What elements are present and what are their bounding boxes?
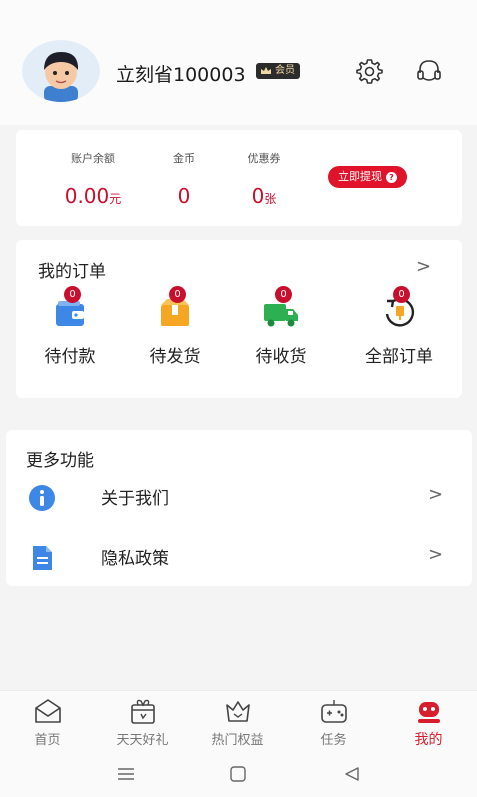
gamepad-icon — [320, 700, 347, 723]
menu-item-label: 关于我们 — [101, 489, 169, 509]
tab-mine[interactable]: 我的 — [381, 697, 476, 749]
home-envelope-icon — [34, 699, 61, 723]
crown-icon — [225, 701, 250, 722]
order-all[interactable]: 0 全部订单 — [347, 286, 451, 367]
order-label: 待收货 — [255, 347, 307, 367]
tab-label: 热门权益 — [211, 733, 264, 748]
tab-label: 我的 — [414, 732, 443, 748]
order-label: 全部订单 — [365, 347, 433, 367]
tab-label: 天天好礼 — [116, 733, 169, 748]
avatar[interactable] — [22, 40, 100, 102]
coupons-value: 0张 — [251, 184, 277, 208]
menu-item-label: 隐私政策 — [101, 549, 169, 569]
chevron-right-icon: > — [428, 544, 444, 565]
member-badge: 会员 — [256, 63, 300, 79]
withdraw-label: 立即提现 — [338, 170, 382, 183]
more-functions-title: 更多功能 — [26, 451, 94, 471]
more-functions-card: 更多功能 关于我们 > 隐私政策 > — [6, 430, 472, 586]
bottom-tab-bar: 首页 天天好礼 热门权益 任务 我的 — [0, 690, 477, 752]
system-nav-bar — [0, 752, 477, 797]
order-label: 待发货 — [149, 347, 201, 367]
tab-label: 首页 — [34, 733, 61, 748]
tab-tasks[interactable]: 任务 — [286, 697, 381, 748]
order-pending-payment[interactable]: 0 待付款 — [22, 286, 118, 367]
coins-label: 金币 — [173, 152, 195, 165]
username: 立刻省100003 — [116, 64, 246, 86]
withdraw-button[interactable]: 立即提现 ? — [328, 166, 407, 188]
profile-header: 立刻省100003 会员 — [0, 0, 477, 125]
tab-label: 任务 — [320, 733, 347, 748]
order-count-badge: 0 — [393, 286, 410, 303]
crown-icon — [261, 67, 271, 74]
coupons-label: 优惠券 — [247, 152, 281, 165]
chevron-right-icon: > — [428, 484, 444, 505]
order-count-badge: 0 — [169, 286, 186, 303]
info-icon — [29, 485, 55, 511]
robot-face-icon — [417, 702, 440, 723]
order-count-badge: 0 — [64, 286, 81, 303]
tab-home[interactable]: 首页 — [0, 697, 95, 748]
menu-item-privacy-policy[interactable]: 隐私政策 > — [6, 532, 472, 582]
document-icon — [33, 546, 52, 570]
order-pending-shipment[interactable]: 0 待发货 — [127, 286, 223, 367]
balance-value: 0.00元 — [64, 184, 122, 208]
home-square-icon[interactable] — [226, 764, 250, 784]
order-label: 待付款 — [44, 347, 96, 367]
member-badge-label: 会员 — [275, 65, 295, 76]
headset-icon — [417, 60, 441, 81]
orders-card: 我的订单 > 0 待付款 0 待发货 0 待收货 0 全部订单 — [16, 240, 462, 398]
orders-more-chevron[interactable]: > — [416, 256, 431, 277]
order-count-badge: 0 — [275, 286, 292, 303]
help-icon: ? — [386, 171, 397, 183]
menu-icon[interactable] — [114, 764, 138, 784]
tab-hot-benefits[interactable]: 热门权益 — [190, 697, 285, 748]
menu-item-about-us[interactable]: 关于我们 > — [6, 472, 472, 522]
gear-icon — [356, 59, 383, 84]
coins-value: 0 — [177, 184, 191, 208]
settings-button[interactable] — [354, 56, 384, 86]
order-pending-receipt[interactable]: 0 待收货 — [233, 286, 329, 367]
gift-calendar-icon — [130, 699, 155, 724]
orders-title: 我的订单 — [38, 262, 106, 282]
customer-service-button[interactable] — [414, 56, 444, 86]
back-triangle-icon[interactable] — [340, 764, 364, 784]
tab-daily-gift[interactable]: 天天好礼 — [95, 697, 190, 748]
balance-label: 账户余额 — [71, 152, 115, 165]
